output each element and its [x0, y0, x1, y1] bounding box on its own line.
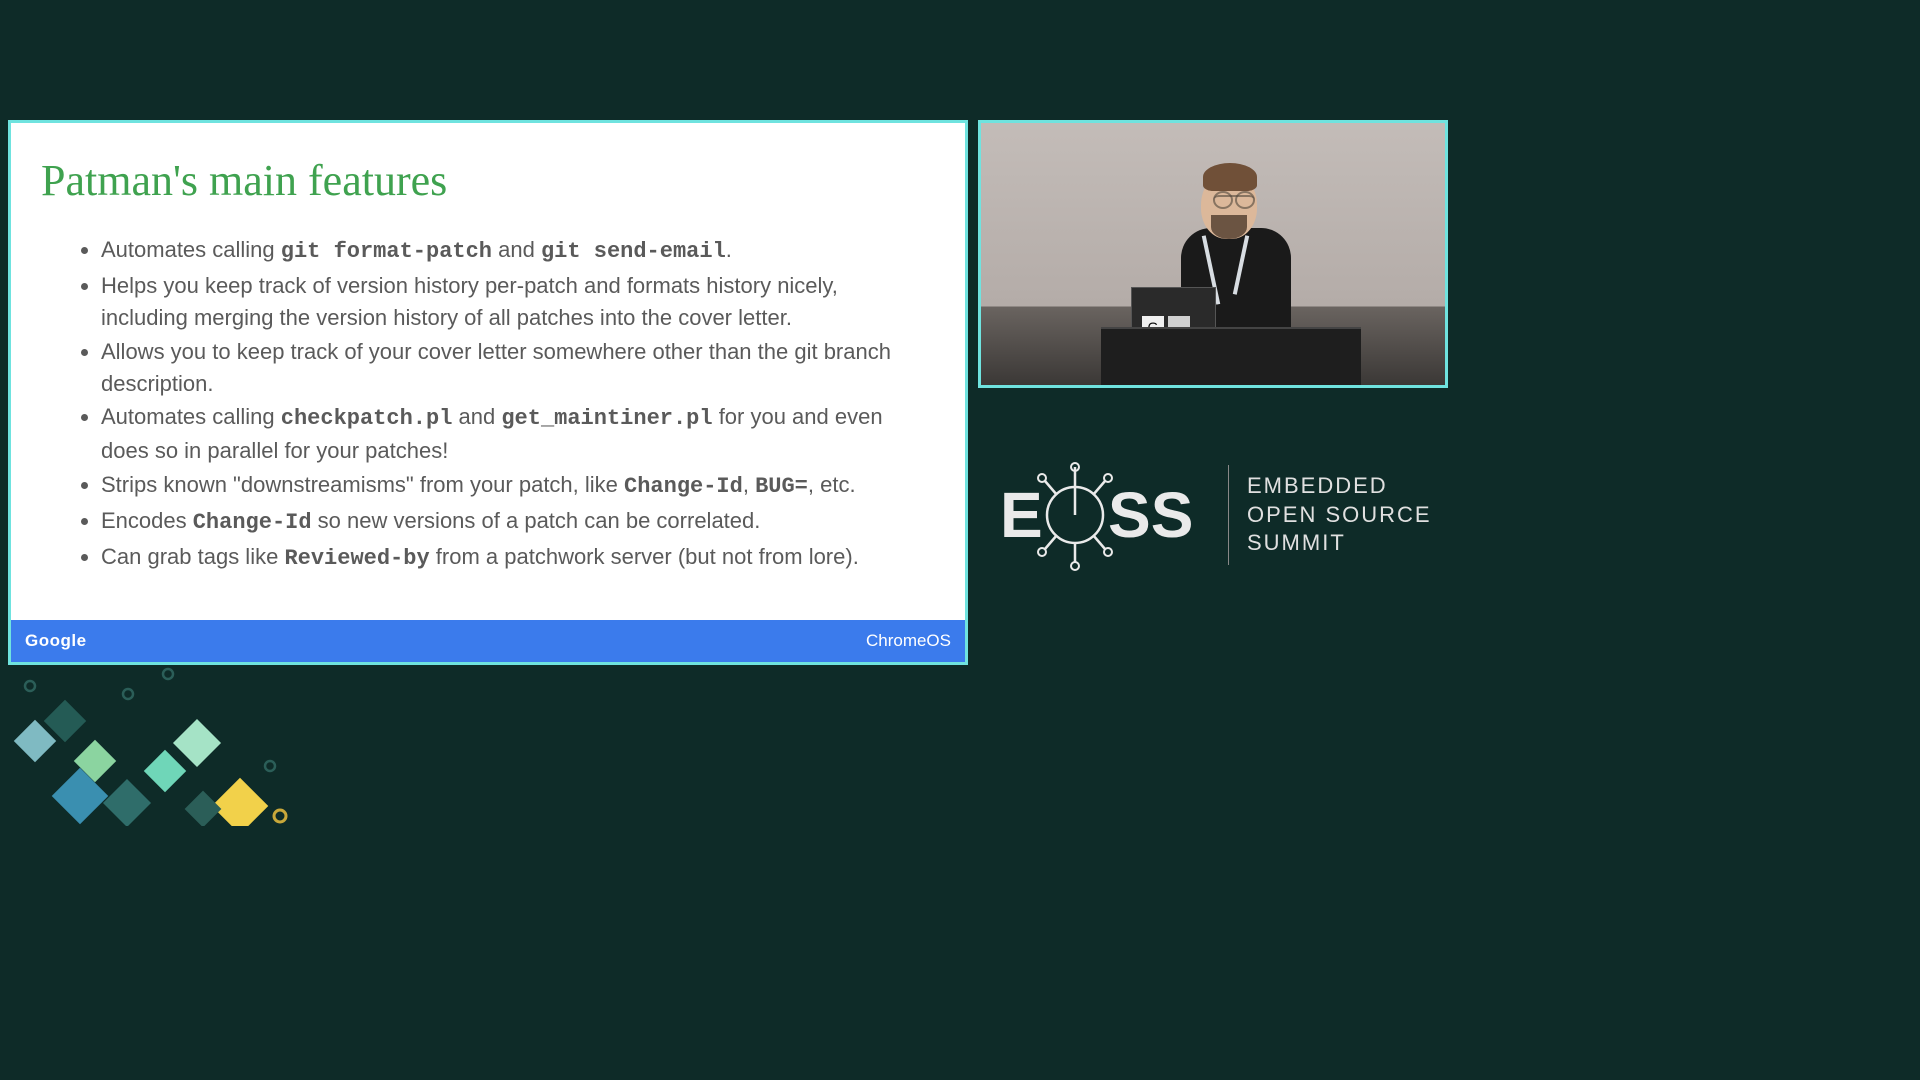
slide-body: Patman's main features Automates calling…	[11, 123, 965, 620]
speaker-scene: G	[981, 123, 1445, 385]
logo-line3: SUMMIT	[1247, 529, 1432, 558]
slide-bullet: Automates calling git format-patch and g…	[101, 234, 935, 268]
logo-divider	[1228, 465, 1229, 565]
podium	[1101, 327, 1361, 385]
slide-bullet: Encodes Change-Id so new versions of a p…	[101, 505, 935, 539]
speaker-beard	[1211, 215, 1247, 239]
footer-product: ChromeOS	[866, 631, 951, 651]
slide-bullet: Helps you keep track of version history …	[101, 270, 935, 334]
eoss-logo-icon: E SS	[1000, 455, 1210, 575]
svg-text:E: E	[1000, 479, 1043, 551]
svg-text:SS: SS	[1108, 479, 1193, 551]
conference-logo: E SS EMBEDDED OPEN SOURCE SUMMIT	[1000, 455, 1432, 575]
slide-bullet: Allows you to keep track of your cover l…	[101, 336, 935, 400]
slide-bullet: Automates calling checkpatch.pl and get_…	[101, 401, 935, 467]
presentation-slide: Patman's main features Automates calling…	[8, 120, 968, 665]
slide-bullet-list: Automates calling git format-patch and g…	[41, 234, 935, 575]
speaker-video: G	[978, 120, 1448, 388]
logo-text: EMBEDDED OPEN SOURCE SUMMIT	[1247, 472, 1432, 558]
slide-bullet: Strips known "downstreamisms" from your …	[101, 469, 935, 503]
speaker-glasses	[1213, 195, 1255, 207]
slide-title: Patman's main features	[41, 155, 935, 206]
speaker-hair	[1203, 163, 1257, 191]
logo-line2: OPEN SOURCE	[1247, 501, 1432, 530]
slide-bullet: Can grab tags like Reviewed-by from a pa…	[101, 541, 935, 575]
corner-decoration	[0, 626, 340, 826]
logo-line1: EMBEDDED	[1247, 472, 1432, 501]
